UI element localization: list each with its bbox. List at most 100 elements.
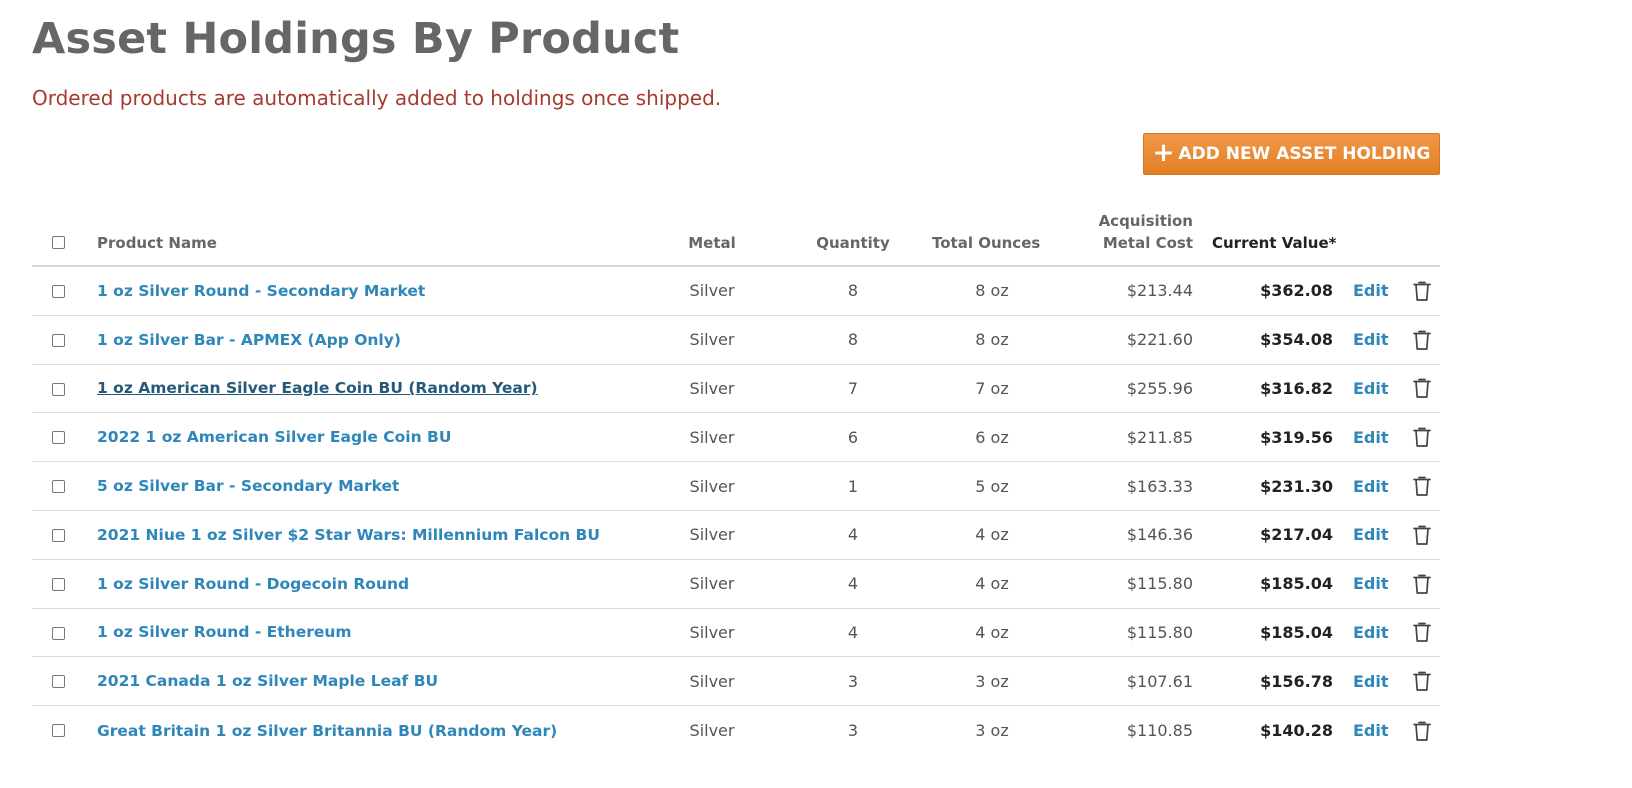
quantity-cell: 4: [847, 525, 859, 545]
metal-cell: Silver: [689, 330, 735, 350]
trash-icon[interactable]: [1412, 609, 1432, 657]
total-ounces-cell: 8 oz: [975, 330, 1009, 350]
quantity-cell: 7: [847, 378, 859, 398]
row-checkbox[interactable]: [52, 333, 65, 347]
quantity-cell: 4: [847, 622, 859, 642]
product-link[interactable]: 1 oz Silver Bar - APMEX (App Only): [97, 331, 401, 349]
row-checkbox[interactable]: [52, 382, 65, 396]
acquisition-cost-cell: $115.80: [1126, 574, 1193, 594]
metal-cell: Silver: [689, 721, 735, 741]
total-ounces-cell: 4 oz: [975, 574, 1009, 594]
current-value-cell: $316.82: [1260, 378, 1333, 398]
acquisition-cost-cell: $211.85: [1126, 427, 1193, 447]
add-new-asset-holding-button[interactable]: + ADD NEW ASSET HOLDING: [1143, 133, 1440, 175]
trash-icon[interactable]: [1412, 657, 1432, 705]
quantity-cell: 4: [847, 574, 859, 594]
quantity-cell: 8: [847, 281, 859, 301]
total-ounces-cell: 6 oz: [975, 427, 1009, 447]
row-checkbox[interactable]: [52, 577, 65, 591]
select-all-checkbox[interactable]: [52, 236, 65, 249]
acquisition-header-line1: Acquisition: [1098, 212, 1193, 230]
product-link[interactable]: 5 oz Silver Bar - Secondary Market: [97, 477, 399, 495]
row-checkbox[interactable]: [52, 724, 65, 738]
edit-link[interactable]: Edit: [1353, 379, 1389, 398]
row-checkbox[interactable]: [52, 431, 65, 445]
trash-icon[interactable]: [1412, 365, 1432, 413]
edit-link[interactable]: Edit: [1353, 428, 1389, 447]
current-value-cell: $231.30: [1260, 476, 1333, 496]
product-link[interactable]: 1 oz Silver Round - Ethereum: [97, 623, 352, 641]
edit-link[interactable]: Edit: [1353, 477, 1389, 496]
acquisition-cost-cell: $163.33: [1126, 476, 1193, 496]
product-link[interactable]: 2022 1 oz American Silver Eagle Coin BU: [97, 428, 451, 446]
table-header: Product Name Metal Quantity Total Ounces…: [32, 200, 1440, 267]
product-link[interactable]: 1 oz American Silver Eagle Coin BU (Rand…: [97, 379, 538, 397]
metal-cell: Silver: [689, 574, 735, 594]
trash-icon[interactable]: [1412, 316, 1432, 364]
quantity-cell: 3: [847, 671, 859, 691]
metal-cell: Silver: [689, 476, 735, 496]
column-header-total-ounces[interactable]: Total Ounces: [932, 232, 1040, 254]
column-header-product-name[interactable]: Product Name: [97, 232, 217, 254]
product-link[interactable]: 1 oz Silver Round - Dogecoin Round: [97, 575, 409, 593]
column-header-metal[interactable]: Metal: [672, 232, 752, 254]
quantity-cell: 6: [847, 427, 859, 447]
edit-link[interactable]: Edit: [1353, 623, 1389, 642]
column-header-quantity[interactable]: Quantity: [812, 232, 894, 254]
trash-icon[interactable]: [1412, 511, 1432, 559]
current-value-cell: $185.04: [1260, 622, 1333, 642]
product-link[interactable]: 2021 Niue 1 oz Silver $2 Star Wars: Mill…: [97, 526, 600, 544]
product-link[interactable]: Great Britain 1 oz Silver Britannia BU (…: [97, 722, 557, 740]
edit-link[interactable]: Edit: [1353, 281, 1389, 300]
table-body: 1 oz Silver Round - Secondary Market Sil…: [32, 267, 1440, 755]
row-checkbox[interactable]: [52, 480, 65, 494]
row-checkbox[interactable]: [52, 528, 65, 542]
total-ounces-cell: 8 oz: [975, 281, 1009, 301]
trash-icon[interactable]: [1412, 413, 1432, 461]
product-link[interactable]: 1 oz Silver Round - Secondary Market: [97, 282, 425, 300]
plus-icon: +: [1152, 138, 1175, 168]
table-row: 5 oz Silver Bar - Secondary Market Silve…: [32, 462, 1440, 511]
table-row: Great Britain 1 oz Silver Britannia BU (…: [32, 706, 1440, 755]
current-value-cell: $217.04: [1260, 525, 1333, 545]
edit-link[interactable]: Edit: [1353, 574, 1389, 593]
column-header-acquisition-metal-cost[interactable]: Acquisition Metal Cost: [1082, 210, 1193, 254]
current-value-cell: $319.56: [1260, 427, 1333, 447]
table-row: 2021 Niue 1 oz Silver $2 Star Wars: Mill…: [32, 511, 1440, 560]
acquisition-cost-cell: $115.80: [1126, 622, 1193, 642]
quantity-cell: 3: [847, 721, 859, 741]
table-row: 2022 1 oz American Silver Eagle Coin BU …: [32, 413, 1440, 463]
metal-cell: Silver: [689, 281, 735, 301]
metal-cell: Silver: [689, 622, 735, 642]
trash-icon[interactable]: [1412, 462, 1432, 510]
table-row: 1 oz Silver Round - Secondary Market Sil…: [32, 267, 1440, 316]
holdings-table: Product Name Metal Quantity Total Ounces…: [32, 200, 1440, 755]
total-ounces-cell: 4 oz: [975, 525, 1009, 545]
trash-icon[interactable]: [1412, 706, 1432, 755]
current-value-cell: $362.08: [1260, 281, 1333, 301]
row-checkbox[interactable]: [52, 285, 65, 298]
column-header-current-value[interactable]: Current Value*: [1212, 232, 1336, 254]
edit-link[interactable]: Edit: [1353, 721, 1389, 740]
table-row: 2021 Canada 1 oz Silver Maple Leaf BU Si…: [32, 657, 1440, 707]
metal-cell: Silver: [689, 525, 735, 545]
total-ounces-cell: 5 oz: [975, 476, 1009, 496]
edit-link[interactable]: Edit: [1353, 525, 1389, 544]
table-row: 1 oz Silver Round - Dogecoin Round Silve…: [32, 560, 1440, 609]
row-checkbox[interactable]: [52, 675, 65, 689]
acquisition-cost-cell: $110.85: [1126, 721, 1193, 741]
product-link[interactable]: 2021 Canada 1 oz Silver Maple Leaf BU: [97, 672, 438, 690]
acquisition-cost-cell: $107.61: [1126, 671, 1193, 691]
table-row: 1 oz Silver Bar - APMEX (App Only) Silve…: [32, 316, 1440, 365]
trash-icon[interactable]: [1412, 560, 1432, 608]
edit-link[interactable]: Edit: [1353, 672, 1389, 691]
total-ounces-cell: 3 oz: [975, 721, 1009, 741]
edit-link[interactable]: Edit: [1353, 330, 1389, 349]
metal-cell: Silver: [689, 427, 735, 447]
metal-cell: Silver: [689, 671, 735, 691]
acquisition-cost-cell: $213.44: [1126, 281, 1193, 301]
trash-icon[interactable]: [1412, 267, 1432, 315]
quantity-cell: 1: [847, 476, 859, 496]
table-row: 1 oz Silver Round - Ethereum Silver 4 4 …: [32, 609, 1440, 658]
row-checkbox[interactable]: [52, 626, 65, 640]
